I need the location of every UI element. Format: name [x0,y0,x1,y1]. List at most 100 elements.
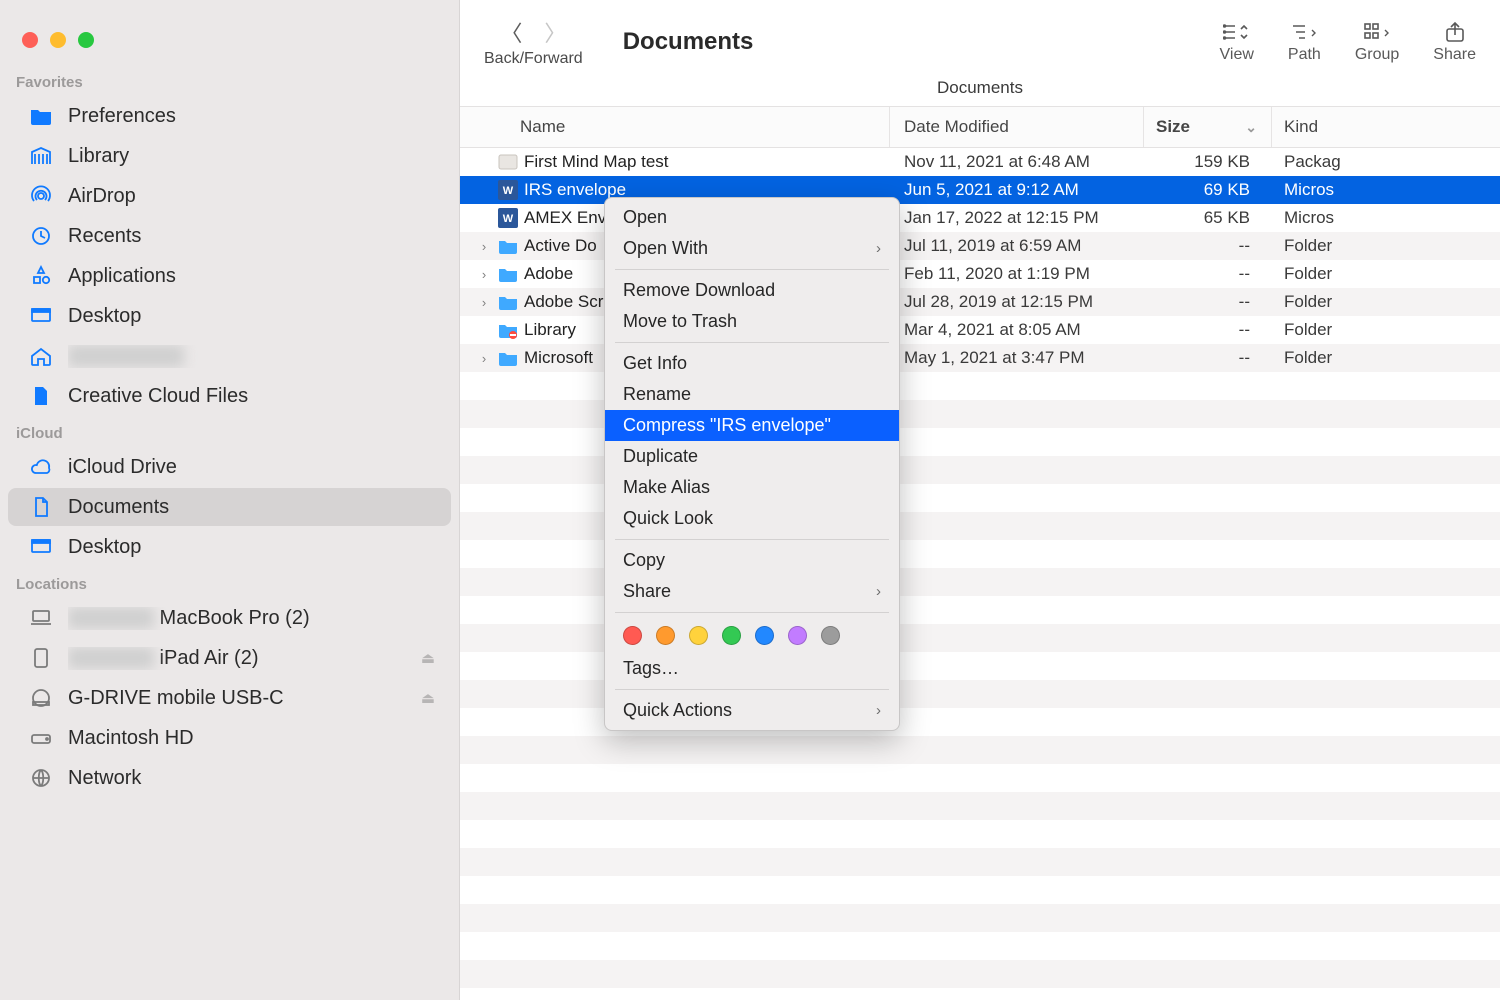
sidebar-item-label: Library [68,145,435,168]
nav-label: Back/Forward [484,50,583,68]
empty-row [460,904,1500,932]
path-crumb[interactable]: Documents [460,74,1500,106]
sidebar-item-ipad-air-2-[interactable]: xxxxxxx iPad Air (2)⏏ [8,639,451,677]
table-row[interactable]: First Mind Map testNov 11, 2021 at 6:48 … [460,148,1500,176]
disclosure-icon[interactable]: › [476,239,492,254]
menu-item-quick-actions[interactable]: Quick Actions› [605,695,899,726]
sidebar-item-documents[interactable]: Documents [8,488,451,526]
tag-red-icon[interactable] [623,626,642,645]
file-name: AMEX Env [524,208,606,228]
file-kind: Folder [1272,236,1500,256]
sidebar-section-icloud: iCloud [0,425,459,448]
file-kind: Folder [1272,348,1500,368]
minimize-icon[interactable] [50,32,66,48]
sidebar-item-preferences[interactable]: Preferences [8,97,451,135]
menu-item-quick-look[interactable]: Quick Look [605,503,899,534]
sidebar-item-label: Recents [68,225,435,248]
col-name[interactable]: Name [460,107,890,147]
disclosure-icon[interactable]: › [476,267,492,282]
menu-separator [615,269,889,270]
col-size[interactable]: Size⌄ [1144,107,1272,147]
menu-item-label: Quick Actions [623,700,732,721]
sidebar-item-creative-cloud-files[interactable]: Creative Cloud Files [8,377,451,415]
file-name: Adobe [524,264,573,284]
file-size: -- [1144,292,1272,312]
sidebar-item-g-drive-mobile-usb-c[interactable]: G-DRIVE mobile USB-C⏏ [8,679,451,717]
empty-row [460,848,1500,876]
menu-item-make-alias[interactable]: Make Alias [605,472,899,503]
context-menu: Open Open With› Remove DownloadMove to Tra… [604,197,900,731]
file-kind: Packag [1272,152,1500,172]
svg-text:W: W [503,185,514,197]
sidebar-item-label: Creative Cloud Files [68,385,435,408]
menu-item-get-info[interactable]: Get Info [605,348,899,379]
menu-separator [615,612,889,613]
tag-orange-icon[interactable] [656,626,675,645]
menu-item-rename[interactable]: Rename [605,379,899,410]
menu-item-tags[interactable]: Tags… [605,653,899,684]
maximize-icon[interactable] [78,32,94,48]
back-icon[interactable]: 〈 [500,16,522,48]
tag-yellow-icon[interactable] [689,626,708,645]
eject-icon[interactable]: ⏏ [421,689,435,707]
menu-item-share[interactable]: Share› [605,576,899,607]
toolbar-view[interactable]: View [1220,21,1254,64]
desktop-icon [28,304,54,328]
home-icon [28,344,54,368]
sidebar-item-label: xxxxxxxxxx [68,345,435,368]
menu-item-remove-download[interactable]: Remove Download [605,275,899,306]
apps-icon [28,264,54,288]
menu-item-compress-irs-envelope[interactable]: Compress "IRS envelope" [605,410,899,441]
forward-icon[interactable]: 〉 [544,16,566,48]
tag-purple-icon[interactable] [788,626,807,645]
close-icon[interactable] [22,32,38,48]
empty-row [460,736,1500,764]
sidebar: Favorites PreferencesLibraryAirDropRecen… [0,0,460,1000]
sidebar-item-library[interactable]: Library [8,137,451,175]
menu-item-open[interactable]: Open [605,202,899,233]
menu-item-label: Get Info [623,353,687,374]
toolbar-group[interactable]: Group [1355,21,1399,64]
toolbar-share[interactable]: Share [1433,21,1476,64]
col-kind[interactable]: Kind [1272,107,1500,147]
sidebar-item-label: iCloud Drive [68,456,435,479]
sidebar-item-desktop[interactable]: Desktop [8,528,451,566]
sidebar-item-airdrop[interactable]: AirDrop [8,177,451,215]
menu-item-duplicate[interactable]: Duplicate [605,441,899,472]
sidebar-item-macintosh-hd[interactable]: Macintosh HD [8,719,451,757]
airdrop-icon [28,184,54,208]
menu-item-open-with[interactable]: Open With› [605,233,899,264]
col-date[interactable]: Date Modified [890,107,1144,147]
sidebar-item-network[interactable]: Network [8,759,451,797]
file-type-icon [498,348,518,368]
file-size: -- [1144,264,1272,284]
disclosure-icon[interactable]: › [476,351,492,366]
menu-item-label: Open [623,207,667,228]
tag-green-icon[interactable] [722,626,741,645]
toolbar-path[interactable]: Path [1288,21,1321,64]
sidebar-item-macbook-pro-2-[interactable]: xxxxxxx MacBook Pro (2) [8,599,451,637]
sidebar-item-recents[interactable]: Recents [8,217,451,255]
disclosure-icon[interactable]: › [476,295,492,310]
view-icon [1223,21,1251,43]
sidebar-item-applications[interactable]: Applications [8,257,451,295]
tag-blue-icon[interactable] [755,626,774,645]
file-name: Library [524,320,576,340]
sidebar-item-redacted[interactable]: xxxxxxxxxx [8,337,451,375]
menu-item-label: Open With [623,238,708,259]
file-size: -- [1144,348,1272,368]
nav-back-forward[interactable]: 〈 〉 Back/Forward [484,16,583,68]
sidebar-item-desktop[interactable]: Desktop [8,297,451,335]
file-type-icon [498,292,518,312]
file-date: Jan 17, 2022 at 12:15 PM [890,208,1144,228]
sidebar-item-icloud-drive[interactable]: iCloud Drive [8,448,451,486]
eject-icon[interactable]: ⏏ [421,649,435,667]
tag-gray-icon[interactable] [821,626,840,645]
menu-item-move-to-trash[interactable]: Move to Trash [605,306,899,337]
chevron-down-icon: ⌄ [1245,119,1257,136]
sidebar-item-label: AirDrop [68,185,435,208]
file-size: 69 KB [1144,180,1272,200]
file-date: Nov 11, 2021 at 6:48 AM [890,152,1144,172]
menu-item-copy[interactable]: Copy [605,545,899,576]
file-date: May 1, 2021 at 3:47 PM [890,348,1144,368]
